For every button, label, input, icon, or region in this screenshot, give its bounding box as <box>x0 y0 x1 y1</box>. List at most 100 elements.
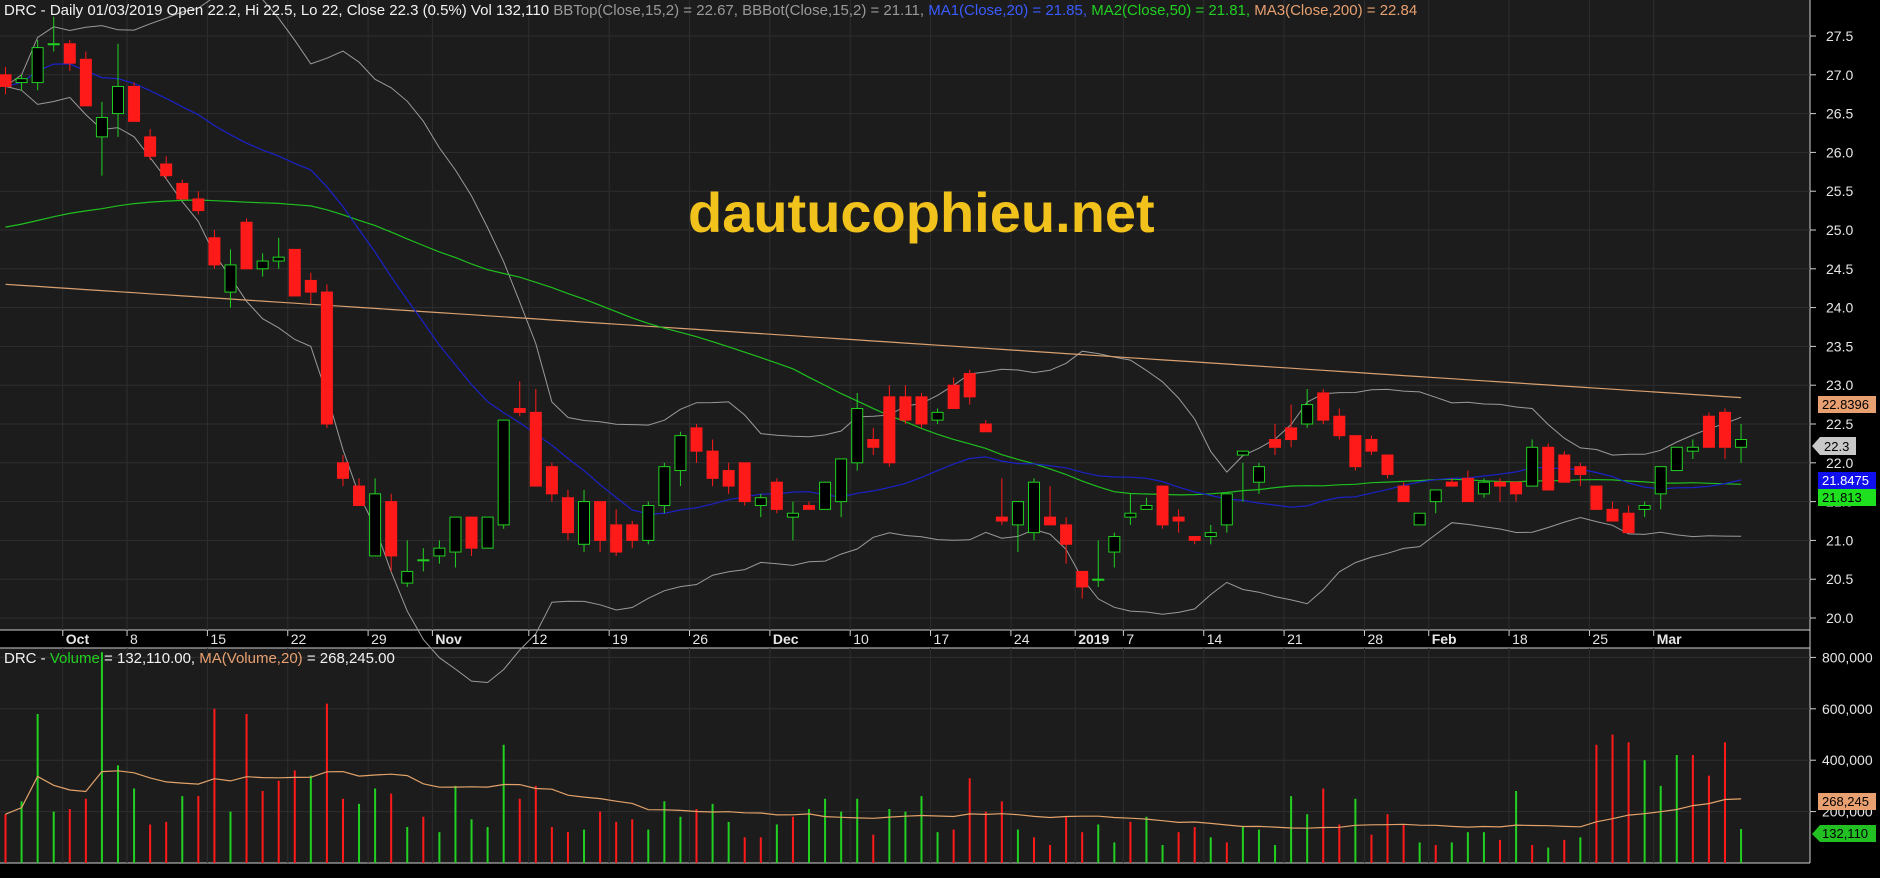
candle-body <box>1397 485 1410 503</box>
candle[interactable] <box>883 385 896 467</box>
candle[interactable] <box>1381 454 1394 479</box>
candle[interactable] <box>288 248 301 297</box>
volume-tick-label: 600,000 <box>1822 701 1873 717</box>
candle-body <box>979 423 992 433</box>
price-tick-label: 27.0 <box>1826 67 1853 83</box>
candle-body <box>369 493 382 557</box>
candle[interactable] <box>497 419 510 529</box>
chart-svg[interactable]: dautucophieu.net 27.5 27.0 26.5 26.0 25.5 25.… <box>0 0 1880 878</box>
candle-body <box>1622 512 1635 534</box>
candle-body <box>867 439 880 448</box>
close-tag-text: 22.3 <box>1824 439 1849 454</box>
candle-body <box>770 481 783 510</box>
date-label: Oct <box>66 631 90 647</box>
date-label: 21 <box>1287 631 1303 647</box>
candle-body <box>738 462 751 503</box>
candle-body <box>272 256 285 262</box>
ma3-tag-text: 22.8396 <box>1822 397 1869 412</box>
candle-body <box>1510 481 1523 495</box>
stock-chart[interactable]: dautucophieu.net 27.5 27.0 26.5 26.0 25.5 25.… <box>0 0 1880 878</box>
candle[interactable] <box>128 82 141 122</box>
price-tick-label: 23.0 <box>1826 377 1853 393</box>
date-label: 25 <box>1592 631 1608 647</box>
price-tick-label: 20.0 <box>1826 610 1853 626</box>
candle[interactable] <box>1670 446 1683 472</box>
candle-body <box>1188 536 1201 541</box>
candle[interactable] <box>1542 443 1555 491</box>
candle[interactable] <box>79 51 92 107</box>
candle-body <box>449 516 462 553</box>
candle-body <box>819 481 832 510</box>
candle[interactable] <box>819 481 832 510</box>
price-tick-label: 24.0 <box>1826 300 1853 316</box>
candle[interactable] <box>738 462 751 506</box>
volume-header-ma: MA(Volume,20) <box>199 650 302 667</box>
candle[interactable] <box>1349 435 1362 471</box>
date-label: 19 <box>612 631 628 647</box>
header-ma1: MA1(Close,20) = 21.85, <box>928 2 1091 19</box>
candle-body <box>1413 512 1426 526</box>
candle[interactable] <box>915 392 928 428</box>
candle-body <box>1638 504 1651 510</box>
candle[interactable] <box>658 462 671 514</box>
date-label: 2019 <box>1078 631 1109 647</box>
candle-body <box>963 373 976 398</box>
candle-body <box>722 470 735 487</box>
candle[interactable] <box>770 478 783 514</box>
price-axis: 27.5 27.0 26.5 26.0 25.5 25.0 24.5 24.0 23.5 23.0… <box>1810 28 1853 626</box>
candle-body <box>79 58 92 107</box>
candle-body <box>417 559 430 562</box>
ma1-value-tag: 21.8475 <box>1818 472 1876 489</box>
date-label: 8 <box>130 631 138 647</box>
candle[interactable] <box>31 39 44 91</box>
date-label: 12 <box>532 631 548 647</box>
candle-body <box>1124 512 1137 518</box>
candle[interactable] <box>561 489 574 541</box>
candle-body <box>706 450 719 479</box>
candle[interactable] <box>1027 478 1040 541</box>
price-tick-label: 25.5 <box>1826 183 1853 199</box>
candle-body <box>1429 489 1442 503</box>
candle[interactable] <box>1702 412 1715 448</box>
candle-body <box>1381 454 1394 475</box>
candle-body <box>1542 446 1555 491</box>
candle-body <box>401 570 414 584</box>
candle-body <box>690 427 703 452</box>
date-label: 29 <box>371 631 387 647</box>
header-bbtop: BBTop(Close,15,2) = 22.67, <box>553 2 742 19</box>
candle-body <box>465 516 478 549</box>
candle-body <box>176 182 189 200</box>
candle[interactable] <box>481 516 494 549</box>
candle[interactable] <box>1156 485 1169 529</box>
candle-body <box>1076 570 1089 588</box>
candle[interactable] <box>1558 451 1571 483</box>
candle-body <box>594 501 607 541</box>
candle[interactable] <box>1317 389 1330 424</box>
candle-body <box>947 384 960 409</box>
candle[interactable] <box>240 218 253 270</box>
candle[interactable] <box>1413 512 1426 526</box>
candle-body <box>1172 516 1185 522</box>
candle-body <box>481 516 494 549</box>
candle[interactable] <box>320 284 333 428</box>
candle-body <box>1269 439 1282 448</box>
header-info: - Daily 01/03/2019 Open 22.2, Hi 22.5, L… <box>41 2 554 19</box>
price-tick-label: 27.5 <box>1826 28 1853 44</box>
candle-body <box>803 504 815 510</box>
candle[interactable] <box>1590 485 1603 510</box>
candle-body <box>385 501 398 557</box>
candle-body <box>1236 450 1249 456</box>
candle-body <box>1204 532 1217 538</box>
ma2-tag-text: 21.813 <box>1822 490 1862 505</box>
candle-body <box>192 198 205 212</box>
price-tick-label: 26.5 <box>1826 106 1853 122</box>
candle[interactable] <box>642 501 655 545</box>
candle-body <box>47 43 60 46</box>
volume-header-value: = 132,110.00, <box>104 650 199 667</box>
candle-body <box>835 458 848 503</box>
candle-body <box>1461 477 1474 503</box>
candle-body <box>111 85 124 115</box>
close-value-tag: 22.3 <box>1812 437 1856 455</box>
candle-body <box>256 260 269 270</box>
candle-body <box>288 248 301 297</box>
